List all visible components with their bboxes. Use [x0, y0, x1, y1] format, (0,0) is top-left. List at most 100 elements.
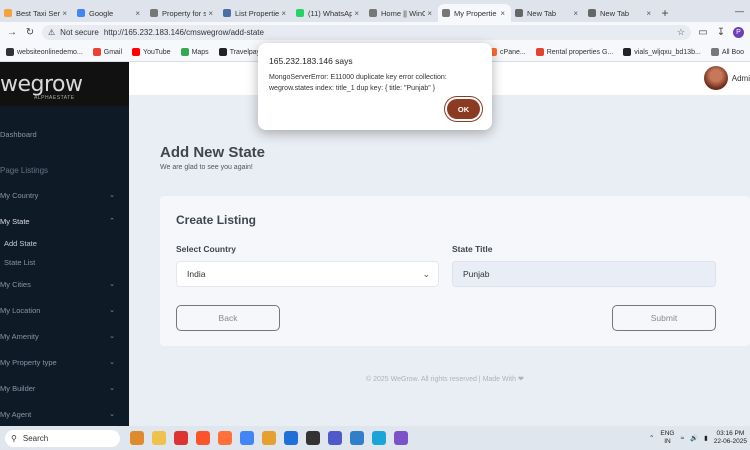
browser-tab[interactable]: Home || WinO × [365, 4, 438, 22]
sidebar-subitem-add-state[interactable]: Add State [4, 239, 37, 248]
browser-tab[interactable]: List Propertie × [219, 4, 292, 22]
country-select[interactable]: India ⌄ [176, 261, 439, 287]
volume-icon[interactable]: 🔊 [690, 434, 698, 442]
taskbar-app-icon[interactable] [350, 431, 364, 445]
clock-time: 03:16 PM [716, 430, 745, 437]
bookmark-item[interactable]: Rental properties G... [535, 48, 613, 56]
tab-title: Best Taxi Serv [16, 8, 61, 18]
sidebar-subitem-state-list[interactable]: State List [4, 258, 35, 267]
clock[interactable]: 03:16 PM 22-06-2025 [714, 430, 747, 446]
taskbar-app-icon[interactable] [240, 431, 254, 445]
taskbar-app-icon[interactable] [328, 431, 342, 445]
browser-tab[interactable]: Google × [73, 4, 146, 22]
ok-button[interactable]: OK [447, 99, 480, 119]
sidebar-item-dashboard[interactable]: Dashboard [0, 130, 129, 139]
taskbar-app-icon[interactable] [174, 431, 188, 445]
browser-tab[interactable]: Property for s × [146, 4, 219, 22]
browser-tab[interactable]: (11) WhatsAp × [292, 4, 365, 22]
extensions-icon[interactable]: ▭ [697, 27, 709, 38]
close-icon[interactable]: × [135, 9, 140, 18]
bookmark-item[interactable]: YouTube [132, 48, 171, 56]
bookmark-icon [535, 48, 544, 56]
bookmark-icon [710, 48, 719, 56]
favicon-icon [515, 9, 523, 17]
language-indicator[interactable]: ENG IN [660, 430, 674, 446]
browser-tab[interactable]: New Tab × [584, 4, 657, 22]
browser-tab[interactable]: Best Taxi Serv × [0, 4, 73, 22]
close-icon[interactable]: × [427, 9, 432, 18]
sidebar-item-cities[interactable]: My Cities ⌄ [0, 280, 129, 289]
dialog-title: 165.232.183.146 says [269, 56, 353, 66]
bookmark-item[interactable]: Gmail [92, 48, 123, 56]
close-icon[interactable]: × [573, 9, 578, 18]
submit-button[interactable]: Submit [612, 305, 716, 331]
chevron-down-icon: ⌄ [109, 359, 115, 366]
sidebar-item-label: My Agent [0, 410, 32, 419]
sidebar-item-label: My Country [0, 191, 39, 200]
sidebar-item-agent[interactable]: My Agent ⌄ [0, 410, 129, 419]
create-listing-card: Create Listing Select Country India ⌄ St… [160, 196, 750, 346]
admin-label: Admi [731, 73, 750, 83]
minimize-icon[interactable]: — [735, 6, 744, 16]
close-icon[interactable]: × [354, 9, 359, 18]
close-icon[interactable]: × [500, 9, 505, 18]
browser-tab[interactable]: My Propertie × [438, 4, 511, 22]
avatar [703, 66, 728, 90]
bookmark-label: YouTube [143, 48, 171, 56]
chevron-down-icon: ⌄ [109, 281, 115, 288]
close-icon[interactable]: × [281, 9, 286, 18]
close-icon[interactable]: × [62, 9, 67, 18]
profile-avatar[interactable]: P [733, 27, 744, 38]
section-heading: Page Listings [0, 166, 49, 175]
close-icon[interactable]: × [208, 9, 213, 18]
sidebar-item-amenity[interactable]: My Amenity ⌄ [0, 332, 129, 341]
sidebar-item-location[interactable]: My Location ⌄ [0, 306, 129, 315]
tab-title: Google [89, 8, 114, 18]
taskbar-app-icon[interactable] [196, 431, 210, 445]
reload-icon[interactable]: ↻ [24, 27, 36, 38]
taskbar-app-icon[interactable] [262, 431, 276, 445]
card-title: Create Listing [176, 213, 257, 227]
taskbar-app-icon[interactable] [394, 431, 408, 445]
bookmark-icon [218, 48, 227, 56]
chevron-up-icon[interactable]: ⌃ [649, 434, 654, 442]
state-title-input[interactable]: Punjab [452, 261, 716, 287]
taskbar-search[interactable]: ⚲ Search [5, 429, 120, 447]
bookmark-item[interactable]: vials_wljqxu_bd13b... [623, 48, 701, 56]
download-icon[interactable]: ↧ [715, 27, 727, 38]
taskbar-app-icon[interactable] [130, 431, 144, 445]
taskbar-app-icon[interactable] [306, 431, 320, 445]
sidebar-item-country[interactable]: My Country ⌄ [0, 191, 129, 200]
wifi-icon[interactable]: ≈ [681, 435, 685, 442]
back-button[interactable]: Back [176, 305, 280, 331]
sidebar-item-property-type[interactable]: My Property type ⌄ [0, 358, 129, 367]
bookmark-item[interactable]: Maps [180, 48, 209, 56]
sidebar-item-state[interactable]: My State ⌃ [0, 217, 129, 226]
star-icon[interactable]: ☆ [677, 27, 685, 38]
favicon-icon [4, 9, 12, 17]
warning-icon: ⚠ [48, 28, 56, 37]
taskbar-app-icon[interactable] [372, 431, 386, 445]
taskbar-app-icon[interactable] [284, 431, 298, 445]
back-arrow-icon[interactable]: → [6, 27, 18, 38]
bookmark-item[interactable]: cPane... [489, 48, 526, 56]
url-text[interactable]: http://165.232.183.146/cmswegrow/add-sta… [104, 28, 264, 37]
sidebar: wegrow ALPHAESTATE Dashboard Page Listin… [0, 62, 129, 426]
search-icon: ⚲ [11, 433, 17, 443]
admin-menu[interactable]: Admi [703, 66, 750, 90]
close-icon[interactable]: × [646, 9, 651, 18]
logo-text: wegrow [0, 71, 83, 97]
bookmark-icon [623, 48, 632, 56]
chevron-down-icon: ⌄ [109, 307, 115, 314]
taskbar-app-icon[interactable] [152, 431, 166, 445]
omnibox[interactable]: ⚠ Not secure http://165.232.183.146/cmsw… [42, 25, 691, 40]
battery-icon[interactable]: ▮ [704, 434, 708, 442]
new-tab-button[interactable]: + [657, 4, 673, 22]
window-controls: — [735, 0, 750, 22]
sidebar-item-builder[interactable]: My Builder ⌄ [0, 384, 129, 393]
taskbar-app-icon[interactable] [218, 431, 232, 445]
browser-tab[interactable]: New Tab × [511, 4, 584, 22]
bookmark-item[interactable]: websiteonlinedemo... [6, 48, 83, 56]
bookmark-item[interactable]: All Boo [710, 48, 744, 56]
bookmark-label: Gmail [103, 48, 123, 56]
